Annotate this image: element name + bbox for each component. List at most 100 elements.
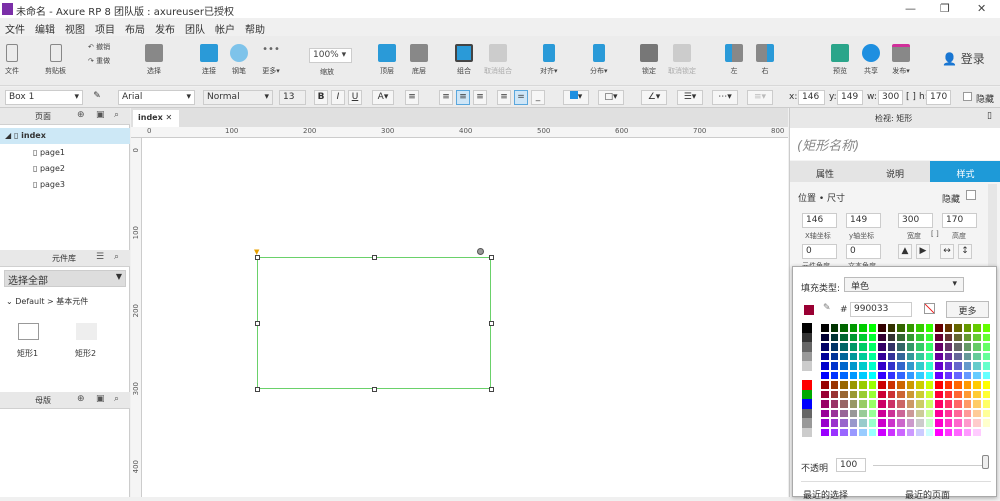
color-swatch[interactable] bbox=[896, 370, 906, 380]
color-swatch[interactable] bbox=[981, 323, 991, 333]
color-swatch[interactable] bbox=[924, 418, 934, 428]
color-swatch[interactable] bbox=[934, 351, 944, 361]
color-swatch[interactable] bbox=[905, 380, 915, 390]
color-swatch[interactable] bbox=[877, 342, 887, 352]
hex-input[interactable]: 990033 bbox=[850, 302, 912, 317]
menu-icon[interactable]: ☰ bbox=[96, 252, 104, 262]
color-swatch[interactable] bbox=[962, 342, 972, 352]
valign-top-button[interactable]: ≡ bbox=[497, 90, 511, 105]
align-left-button[interactable]: ≡ bbox=[439, 90, 453, 105]
fit-width-button[interactable]: ↔ bbox=[940, 244, 954, 259]
color-swatch[interactable] bbox=[953, 332, 963, 342]
rectangle1-widget-icon[interactable] bbox=[18, 323, 39, 340]
color-swatch[interactable] bbox=[829, 427, 839, 437]
color-swatch[interactable] bbox=[972, 427, 982, 437]
color-swatch[interactable] bbox=[802, 332, 812, 342]
color-swatch[interactable] bbox=[820, 380, 830, 390]
color-swatch[interactable] bbox=[905, 361, 915, 371]
color-swatch[interactable] bbox=[972, 332, 982, 342]
color-swatch[interactable] bbox=[858, 427, 868, 437]
bullet-button[interactable]: ≡ bbox=[405, 90, 419, 105]
color-swatch[interactable] bbox=[848, 323, 858, 333]
color-swatch[interactable] bbox=[905, 332, 915, 342]
color-swatch[interactable] bbox=[953, 427, 963, 437]
page-page3[interactable]: ▯ page3 bbox=[33, 180, 65, 189]
color-swatch[interactable] bbox=[972, 342, 982, 352]
color-swatch[interactable] bbox=[924, 361, 934, 371]
color-swatch[interactable] bbox=[820, 332, 830, 342]
color-swatch[interactable] bbox=[877, 332, 887, 342]
color-swatch[interactable] bbox=[802, 342, 812, 352]
fill-color-button[interactable]: ▾ bbox=[563, 90, 589, 105]
menu-team[interactable]: 团队 bbox=[185, 21, 205, 36]
add-master-icon[interactable]: ⊕ bbox=[77, 394, 85, 404]
color-swatch[interactable] bbox=[848, 342, 858, 352]
color-swatch[interactable] bbox=[943, 418, 953, 428]
h-field[interactable]: 170 bbox=[926, 90, 951, 105]
resize-handle[interactable] bbox=[489, 387, 494, 392]
valign-middle-button[interactable]: = bbox=[514, 90, 528, 105]
search-icon[interactable]: ⌕ bbox=[114, 252, 119, 262]
color-swatch[interactable] bbox=[962, 418, 972, 428]
color-swatch[interactable] bbox=[839, 380, 849, 390]
color-swatch[interactable] bbox=[943, 399, 953, 409]
color-swatch[interactable] bbox=[867, 361, 877, 371]
color-swatch[interactable] bbox=[867, 399, 877, 409]
color-swatch[interactable] bbox=[858, 332, 868, 342]
eyedropper-icon[interactable]: ✎ bbox=[823, 303, 831, 313]
font-style-select[interactable]: Normal ▾ bbox=[203, 90, 273, 105]
color-swatch[interactable] bbox=[839, 408, 849, 418]
color-swatch[interactable] bbox=[877, 361, 887, 371]
color-swatch[interactable] bbox=[934, 418, 944, 428]
w-field[interactable]: 300 bbox=[878, 90, 903, 105]
color-swatch[interactable] bbox=[934, 342, 944, 352]
color-swatch[interactable] bbox=[915, 351, 925, 361]
flip-horizontal-button[interactable]: ▶ bbox=[916, 244, 930, 259]
color-swatch[interactable] bbox=[848, 351, 858, 361]
resize-handle[interactable] bbox=[489, 255, 494, 260]
color-swatch[interactable] bbox=[962, 323, 972, 333]
color-swatch[interactable] bbox=[839, 399, 849, 409]
color-swatch[interactable] bbox=[858, 323, 868, 333]
publish-button[interactable]: 发布▾ bbox=[892, 44, 910, 76]
search-icon[interactable]: ⌕ bbox=[114, 110, 119, 120]
color-swatch[interactable] bbox=[839, 332, 849, 342]
menu-publish[interactable]: 发布 bbox=[155, 21, 175, 36]
bold-button[interactable]: B bbox=[314, 90, 328, 105]
color-swatch[interactable] bbox=[886, 342, 896, 352]
color-swatch[interactable] bbox=[886, 323, 896, 333]
color-swatch[interactable] bbox=[981, 361, 991, 371]
color-swatch[interactable] bbox=[972, 389, 982, 399]
color-swatch[interactable] bbox=[858, 408, 868, 418]
color-swatch[interactable] bbox=[886, 427, 896, 437]
color-swatch[interactable] bbox=[877, 408, 887, 418]
hidden-checkbox[interactable] bbox=[963, 92, 972, 101]
color-swatch[interactable] bbox=[867, 323, 877, 333]
color-swatch[interactable] bbox=[858, 380, 868, 390]
ungroup-button[interactable]: 取消组合 bbox=[484, 44, 512, 76]
color-swatch[interactable] bbox=[962, 408, 972, 418]
page-page2[interactable]: ▯ page2 bbox=[33, 164, 65, 173]
widget-name-field[interactable]: Box 1 ▾ bbox=[5, 90, 83, 105]
send-bottom-button[interactable]: 底层 bbox=[410, 44, 428, 76]
color-swatch[interactable] bbox=[802, 389, 812, 399]
color-swatch[interactable] bbox=[858, 342, 868, 352]
color-swatch[interactable] bbox=[915, 418, 925, 428]
color-swatch[interactable] bbox=[839, 361, 849, 371]
color-swatch[interactable] bbox=[924, 380, 934, 390]
file-button[interactable]: 文件 bbox=[5, 44, 19, 76]
lock-button[interactable]: 锁定 bbox=[640, 44, 658, 76]
color-swatch[interactable] bbox=[953, 351, 963, 361]
color-swatch[interactable] bbox=[820, 408, 830, 418]
menu-file[interactable]: 文件 bbox=[5, 21, 25, 36]
color-swatch[interactable] bbox=[972, 370, 982, 380]
login-button[interactable]: 👤 登录 bbox=[942, 50, 985, 67]
y-field[interactable]: 149 bbox=[837, 90, 863, 105]
color-swatch[interactable] bbox=[820, 370, 830, 380]
color-swatch[interactable] bbox=[802, 351, 812, 361]
color-swatch[interactable] bbox=[867, 408, 877, 418]
color-swatch[interactable] bbox=[877, 323, 887, 333]
color-swatch[interactable] bbox=[896, 399, 906, 409]
color-swatch[interactable] bbox=[962, 389, 972, 399]
color-swatch[interactable] bbox=[829, 408, 839, 418]
